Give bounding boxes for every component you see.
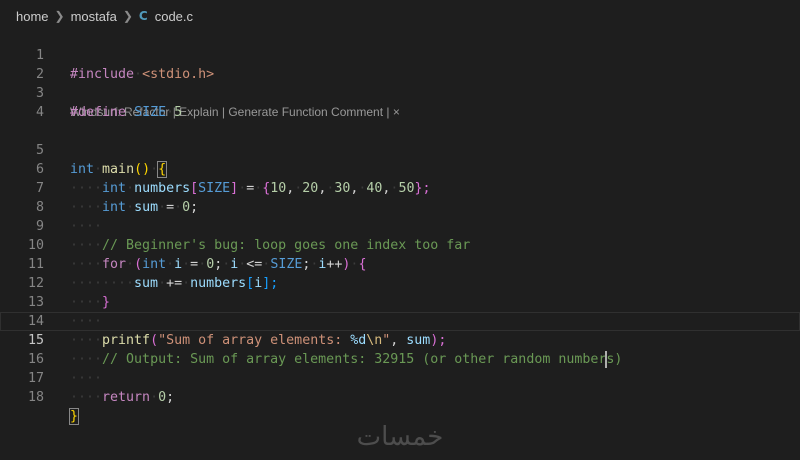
- codelens-generate-comment-button[interactable]: Generate Function Comment: [228, 105, 383, 119]
- c-file-icon: C: [138, 9, 148, 23]
- code-line-16[interactable]: 16 ····: [0, 331, 800, 386]
- code-line-4[interactable]: 4: [0, 84, 800, 120]
- codelens-separator: |: [218, 105, 229, 119]
- code-line-1[interactable]: 1 #include·<stdio.h>: [0, 27, 800, 82]
- directive: #define: [70, 105, 127, 120]
- semicolon: ;: [166, 390, 175, 405]
- code-line-2[interactable]: 2: [0, 46, 800, 82]
- breadcrumb-mostafa[interactable]: mostafa: [71, 9, 117, 24]
- code-line-3[interactable]: 3 #define·SIZE·5: [0, 65, 800, 120]
- code-editor[interactable]: 1 #include·<stdio.h> 2 3 #define·SIZE·5 …: [0, 27, 800, 425]
- breadcrumb-home[interactable]: home: [16, 9, 49, 24]
- line-number: 18: [27, 390, 44, 405]
- chevron-right-icon: ❯: [122, 9, 133, 23]
- keyword: return: [102, 390, 151, 405]
- code-line-9[interactable]: 9 ····// Beginner's bug: loop goes one i…: [0, 198, 800, 253]
- macro-value: 5: [174, 105, 183, 120]
- code-line-10[interactable]: 10 ····for·(int·i·=·0;·i·<=·SIZE;·i++)·{: [0, 217, 800, 272]
- code-line-5[interactable]: 5 int·main()·{: [0, 122, 800, 178]
- code-line-15[interactable]: 15 ····// Output: Sum of array elements:…: [0, 312, 800, 368]
- codelens-close-icon[interactable]: ×: [393, 105, 400, 119]
- codelens-explain-button[interactable]: Explain: [179, 105, 218, 119]
- code-line-12[interactable]: 12 ····}: [0, 255, 800, 310]
- code-line-11[interactable]: 11 ········sum·+=·numbers[i];: [0, 236, 800, 291]
- code-line-18[interactable]: 18 }: [0, 369, 800, 425]
- code-line-13[interactable]: 13 ····: [0, 274, 800, 329]
- code-line-8[interactable]: 8 ····: [0, 179, 800, 234]
- code-line-14[interactable]: 14 ····printf("Sum of array elements: %d…: [0, 293, 800, 348]
- breadcrumb-file[interactable]: code.c: [155, 9, 193, 24]
- line-number: 4: [35, 105, 44, 120]
- number: 0: [158, 390, 167, 405]
- watermark-logo: خمسات: [356, 422, 444, 452]
- code-line-17[interactable]: 17 ····return·0;: [0, 350, 800, 405]
- macro-name: SIZE: [134, 105, 167, 120]
- chevron-right-icon: ❯: [54, 9, 65, 23]
- code-line-7[interactable]: 7 ····int·sum·=·0;: [0, 160, 800, 215]
- code-line-6[interactable]: 6 ····int·numbers[SIZE]·=·{10,·20,·30,·4…: [0, 141, 800, 196]
- codelens-separator: |: [383, 105, 393, 119]
